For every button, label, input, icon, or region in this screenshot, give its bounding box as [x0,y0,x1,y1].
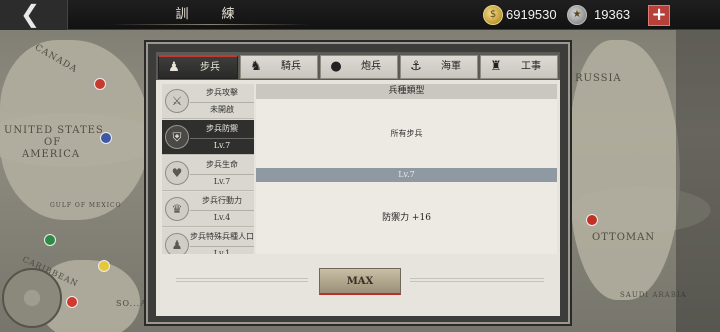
map-label-usa: OF [44,137,62,148]
flag-marker[interactable] [94,78,106,90]
skill-level: Lv.7 [190,174,254,188]
map-label-russia: RUSSIA [575,73,622,84]
flag-marker[interactable] [586,214,598,226]
map-label-usa: UNITED STATES [4,125,104,136]
tab-label: 騎兵 [281,61,301,72]
fortification-icon: ♜ [490,59,502,74]
skill-level: 未開啟 [190,102,254,116]
tab-label: 步兵 [200,62,220,73]
gold-coin-icon: $ [483,5,503,25]
tab-label: 炮兵 [361,61,381,72]
max-button[interactable]: MAX [319,268,401,295]
skill-item-infantry-attack[interactable]: ⚔ 步兵攻擊 未開啟 [162,84,254,119]
flag-marker[interactable] [44,234,56,246]
map-label-usa: AMERICA [22,149,81,160]
skill-name: 步兵生命 [206,160,238,169]
divider [176,278,308,282]
effect-text: 防禦力 +16 [382,213,431,223]
skill-list[interactable]: ⚔ 步兵攻擊 未開啟 ⛨ 步兵防禦 Lv.7 ♥ 步兵生命 Lv.7 ♛ 步兵行… [162,84,254,254]
back-button[interactable]: ❮ [0,0,68,30]
compass-rose-icon [2,268,62,328]
tab-label: 海軍 [441,61,461,72]
skill-item-infantry-mobility[interactable]: ♛ 步兵行動力 Lv.4 [162,192,254,227]
add-currency-button[interactable]: + [648,5,670,26]
boot-icon: ♛ [165,197,189,221]
gold-amount: 6919530 [506,7,557,22]
level-bar: Lv.7 [256,168,557,182]
shield-icon: ⛨ [165,125,189,149]
tab-cavalry[interactable]: ♞ 騎兵 [240,55,318,79]
silver-coin-icon: ★ [567,5,587,25]
chevron-left-icon: ❮ [20,0,41,28]
tab-infantry[interactable]: ♟ 步兵 [158,55,238,79]
skill-item-infantry-special-population[interactable]: ♟ 步兵特殊兵種人口 Lv.1 [162,228,254,254]
tab-label: 工事 [521,61,541,72]
map-label-gulf: GULF OF MEXICO [50,202,122,209]
soldier-icon: ♟ [165,233,189,254]
skill-item-infantry-health[interactable]: ♥ 步兵生命 Lv.7 [162,156,254,191]
anchor-icon: ⚓ [410,59,422,74]
tab-artillery[interactable]: ● 炮兵 [320,55,398,79]
skill-name: 步兵攻擊 [206,88,238,97]
skill-item-infantry-defense[interactable]: ⛨ 步兵防禦 Lv.7 [162,120,254,155]
unit-type-value: 所有步兵 [390,129,423,138]
tab-fortification[interactable]: ♜ 工事 [480,55,558,79]
skill-level: Lv.7 [190,138,254,152]
flag-marker[interactable] [100,132,112,144]
skill-name: 步兵防禦 [206,124,238,133]
side-panel-edge [676,30,720,332]
horse-icon: ♞ [250,59,262,74]
skill-level: Lv.4 [190,210,254,224]
cannon-icon: ● [330,59,342,74]
flag-marker[interactable] [98,260,110,272]
title-underline [110,24,310,25]
silver-amount: 19363 [594,7,631,22]
map-label-ottoman: OTTOMAN [592,232,656,243]
infantry-icon: ♟ [168,60,180,75]
flag-marker[interactable] [66,296,78,308]
skill-level: Lv.1 [190,246,254,254]
skill-name: 步兵特殊兵種人口 [190,232,254,241]
skill-name: 步兵行動力 [202,196,242,205]
crossed-swords-icon: ⚔ [165,89,189,113]
top-bar: ❮ 訓 練 $ 6919530 ★ 19363 + [0,0,720,30]
page-title: 訓 練 [175,7,245,22]
heart-icon: ♥ [165,161,189,185]
unit-type-header: 兵種類型 [256,84,557,99]
tab-navy[interactable]: ⚓ 海軍 [400,55,478,79]
divider [410,278,544,282]
